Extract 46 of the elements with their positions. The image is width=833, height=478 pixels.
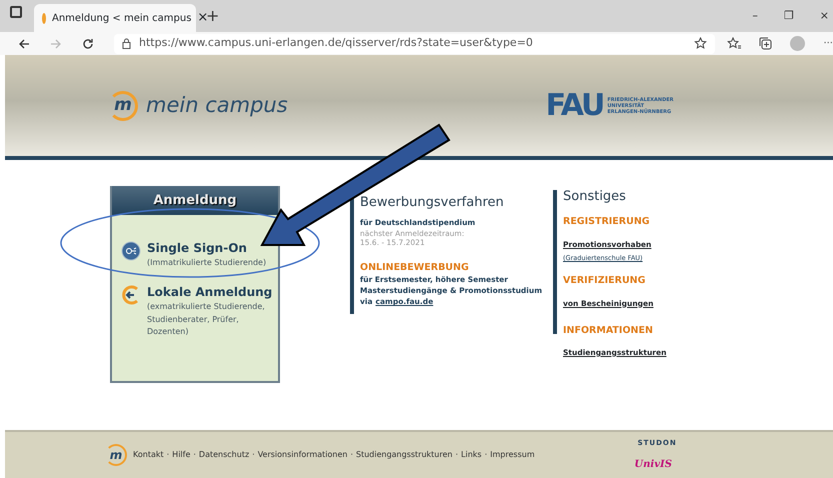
partner-logo-text: UnivIS [634, 458, 672, 472]
tab-actions-icon[interactable] [10, 6, 22, 18]
network-globe-icon [121, 241, 141, 261]
new-tab-button[interactable]: + [206, 4, 220, 28]
login-option-description: (exmatrikulierte Studierende, Studienberater, Prüfer, Dozenten) [147, 301, 266, 338]
link-separator: · [484, 449, 488, 461]
favorite-add-icon[interactable] [694, 37, 708, 50]
footer-link[interactable]: Kontakt [133, 449, 164, 461]
logo-text: mein campus [146, 92, 288, 119]
back-button[interactable] [18, 38, 30, 50]
section-heading: INFORMATIONEN [563, 324, 654, 338]
link-separator: · [350, 449, 353, 461]
footer-link[interactable]: Links [461, 449, 482, 461]
section-title: Sonstiges [563, 190, 627, 204]
back-arrow-icon [121, 285, 141, 306]
section-heading: ONLINEBEWERBUNG [360, 261, 470, 276]
footer-link[interactable]: Datenschutz [198, 449, 250, 461]
window-control-button[interactable]: ❐ [784, 8, 794, 24]
footer-link[interactable]: Studiengangsstrukturen [356, 449, 452, 461]
section-heading: VERIFIZIERUNG [563, 274, 646, 288]
window-control-button[interactable]: – [752, 8, 758, 24]
university-logo-mark: FAU [546, 90, 604, 120]
lock-icon [122, 38, 131, 49]
collections-icon[interactable] [759, 37, 772, 50]
footer-link[interactable]: Impressum [490, 449, 535, 461]
login-panel-title: Anmeldung [112, 186, 278, 215]
tab-title: Anmeldung < mein campus [52, 12, 192, 26]
login-option-link[interactable]: Lokale Anmeldung [147, 283, 274, 302]
window-control-button[interactable]: × [820, 8, 829, 24]
address-bar[interactable]: https://www.campus.uni-erlangen.de/qisserver/rds?state=user&type=0 [114, 34, 716, 54]
section-title: Bewerbungsverfahren [360, 196, 505, 210]
link-separator: · [193, 449, 196, 461]
link-separator: · [252, 449, 255, 461]
section-heading: REGISTRIERUNG [563, 215, 651, 230]
more-menu-button[interactable]: ··· [823, 36, 833, 51]
link-separator: · [166, 449, 170, 461]
login-option-link[interactable]: Single Sign-On [147, 239, 266, 257]
favorites-icon[interactable] [727, 37, 742, 50]
favicon-icon [42, 12, 46, 24]
reload-button[interactable] [82, 38, 94, 50]
link-separator: · [455, 449, 458, 461]
footer-link[interactable]: Versionsinformationen [258, 449, 348, 461]
url-text: https://www.campus.uni-erlangen.de/qisserver/rds?state=user&type=0 [139, 35, 534, 52]
login-option-description: (Immatrikulierte Studierende) [147, 257, 266, 269]
tab-close-button[interactable]: × [197, 8, 208, 28]
footer-link[interactable]: Hilfe [172, 449, 190, 461]
